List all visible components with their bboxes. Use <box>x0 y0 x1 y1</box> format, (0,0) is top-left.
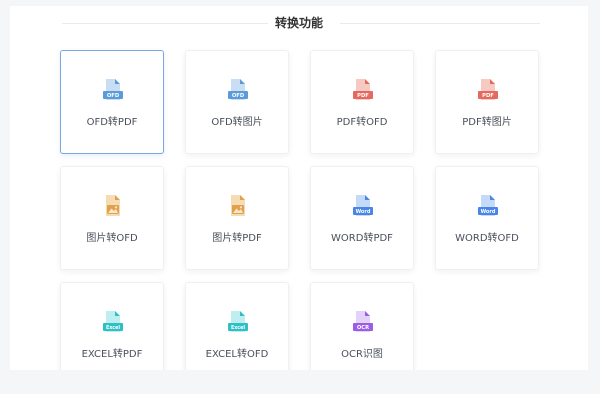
card-pdf-to-image[interactable]: PDF PDF转图片 <box>435 50 539 154</box>
word-file-icon: Word <box>478 194 498 218</box>
card-label: OCR识图 <box>341 349 383 360</box>
card-label: 图片转OFD <box>86 233 138 244</box>
card-label: EXCEL转OFD <box>205 349 269 360</box>
svg-text:OFD: OFD <box>107 93 120 99</box>
svg-text:PDF: PDF <box>482 93 494 99</box>
card-label: OFD转图片 <box>211 117 263 128</box>
svg-text:Word: Word <box>356 209 371 215</box>
conversion-panel: 转换功能 OFD OFD转PDF OFD OFD转图片 PDF PDF转OFD … <box>10 6 588 370</box>
excel-file-icon: Excel <box>103 310 123 334</box>
pdf-file-icon: PDF <box>353 78 373 102</box>
svg-text:Excel: Excel <box>106 325 120 331</box>
ofd-file-icon: OFD <box>103 78 123 102</box>
card-label: WORD转OFD <box>455 233 519 244</box>
image-file-icon <box>103 194 123 218</box>
card-pdf-to-ofd[interactable]: PDF PDF转OFD <box>310 50 414 154</box>
card-image-to-pdf[interactable]: 图片转PDF <box>185 166 289 270</box>
ofd-file-icon: OFD <box>228 78 248 102</box>
ocr-file-icon: OCR <box>353 310 373 334</box>
card-excel-to-ofd[interactable]: Excel EXCEL转OFD <box>185 282 289 370</box>
card-excel-to-pdf[interactable]: Excel EXCEL转PDF <box>60 282 164 370</box>
card-label: OFD转PDF <box>86 117 138 128</box>
card-label: EXCEL转PDF <box>81 349 143 360</box>
card-label: 图片转PDF <box>212 233 262 244</box>
card-image-to-ofd[interactable]: 图片转OFD <box>60 166 164 270</box>
card-label: PDF转图片 <box>462 117 512 128</box>
svg-text:Excel: Excel <box>231 325 245 331</box>
card-word-to-pdf[interactable]: Word WORD转PDF <box>310 166 414 270</box>
svg-text:OCR: OCR <box>357 325 369 331</box>
svg-text:Word: Word <box>481 209 496 215</box>
section-header: 转换功能 <box>10 14 588 34</box>
card-label: PDF转OFD <box>336 117 388 128</box>
excel-file-icon: Excel <box>228 310 248 334</box>
word-file-icon: Word <box>353 194 373 218</box>
card-ocr[interactable]: OCR OCR识图 <box>310 282 414 370</box>
pdf-file-icon: PDF <box>478 78 498 102</box>
card-ofd-to-image[interactable]: OFD OFD转图片 <box>185 50 289 154</box>
image-file-icon <box>228 194 248 218</box>
header-divider-right <box>340 23 540 24</box>
svg-text:PDF: PDF <box>357 93 369 99</box>
svg-text:OFD: OFD <box>232 93 245 99</box>
card-ofd-to-pdf[interactable]: OFD OFD转PDF <box>60 50 164 154</box>
card-word-to-ofd[interactable]: Word WORD转OFD <box>435 166 539 270</box>
card-label: WORD转PDF <box>331 233 393 244</box>
